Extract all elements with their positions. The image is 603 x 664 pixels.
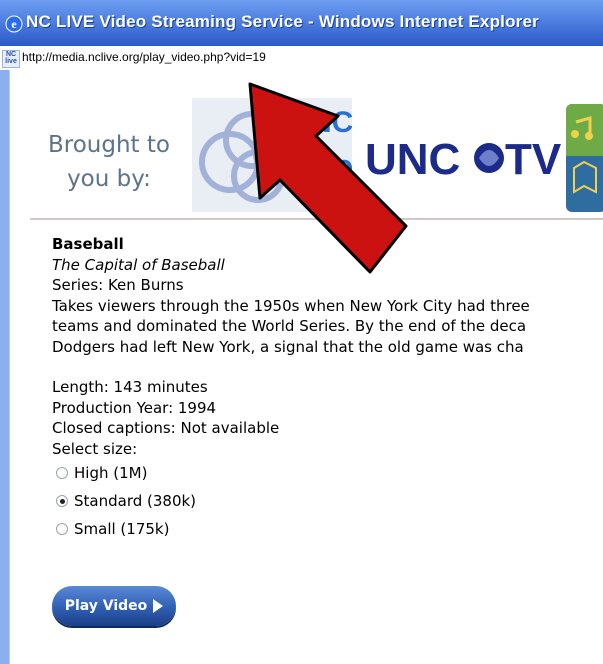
ie-icon: e [5,15,23,33]
title-bar: e NC LIVE Video Streaming Service - Wind… [0,0,603,47]
closed-captions: Closed captions: Not available [52,419,280,437]
radio-high[interactable] [56,467,68,479]
brought-line-2: you by: [67,166,151,192]
red-arrow-icon [248,82,408,274]
address-bar[interactable]: NC live http://media.nclive.org/play_vid… [0,46,603,71]
brought-line-1: Brought to [48,132,170,158]
radio-standard[interactable] [56,495,68,507]
window-title: NC LIVE Video Streaming Service - Window… [26,12,539,31]
video-length: Length: 143 minutes [52,378,208,396]
site-favicon-icon: NC live [2,50,20,68]
play-video-button[interactable]: Play Video [52,586,176,626]
play-video-label: Play Video [64,598,148,614]
select-size-label: Select size: [52,439,138,458]
size-option-small-label: Small (175k) [74,520,170,538]
svg-text:TV: TV [505,135,561,184]
production-year: Production Year: 1994 [52,398,217,417]
size-option-standard-label: Standard (380k) [74,492,197,510]
description-line-1: Takes viewers through the 1950s when New… [52,296,530,315]
video-info: Baseball The Capital of Baseball Series:… [52,234,603,543]
size-option-standard[interactable]: Standard (380k) [56,487,603,515]
size-option-small[interactable]: Small (175k) [56,515,603,543]
radio-small[interactable] [56,523,68,535]
partner-logo-icon [566,104,603,212]
left-frame [0,70,10,664]
size-option-high[interactable]: High (1M) [56,459,603,487]
size-option-high-label: High (1M) [74,464,148,482]
brought-to-you-by: Brought to you by: [44,128,174,196]
svg-text:e: e [11,17,17,31]
address-url[interactable]: http://media.nclive.org/play_video.php?v… [22,50,266,64]
play-icon [153,599,164,613]
description-line-3: Dodgers had left New York, a signal that… [52,337,524,356]
description-line-2: teams and dominated the World Series. By… [52,317,527,335]
